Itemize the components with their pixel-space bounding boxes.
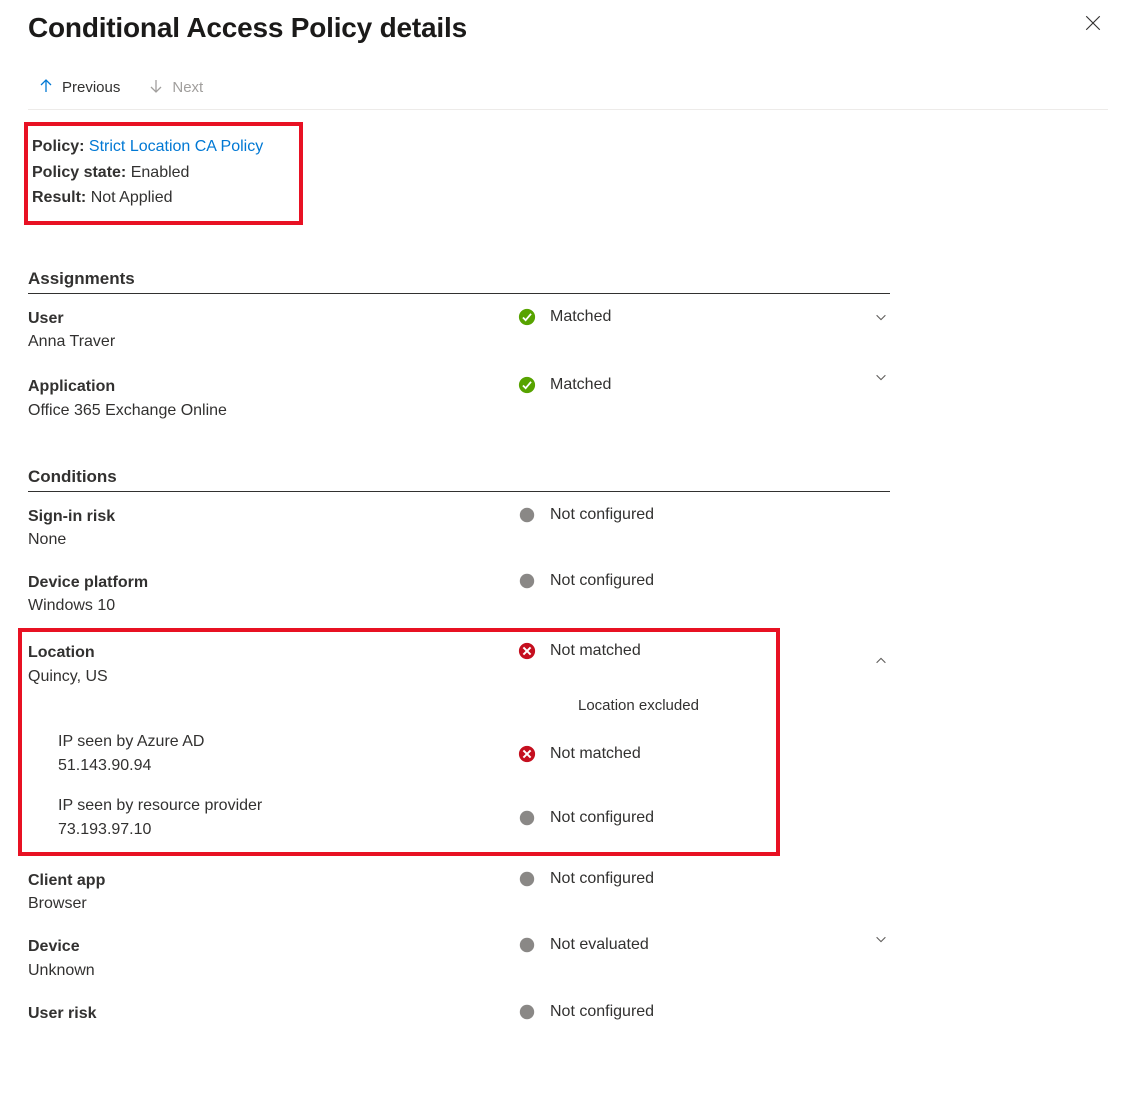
panel-title: Conditional Access Policy details <box>28 12 467 44</box>
client-app-value: Browser <box>28 892 518 916</box>
device-value: Unknown <box>28 959 518 983</box>
ip-rp-label: IP seen by resource provider <box>58 794 518 818</box>
user-risk-label: User risk <box>28 1003 518 1025</box>
client-app-row: Client app Browser Not configured <box>28 856 890 916</box>
policy-link[interactable]: Strict Location CA Policy <box>89 138 263 155</box>
location-block: Location Quincy, US Not matched Location… <box>18 628 780 855</box>
user-risk-row: User risk Not configured <box>28 983 890 1025</box>
assignments-heading: Assignments <box>28 269 890 294</box>
assignment-app-row: Application Office 365 Exchange Online M… <box>28 354 890 422</box>
ip-azure-row: IP seen by Azure AD 51.143.90.94 Not mat… <box>28 714 770 778</box>
success-icon <box>518 308 536 326</box>
previous-label: Previous <box>62 79 120 96</box>
application-label: Application <box>28 376 518 398</box>
policy-label: Policy: <box>32 138 84 155</box>
client-app-status: Not configured <box>550 870 654 888</box>
chevron-up-icon[interactable] <box>874 654 888 673</box>
device-status: Not evaluated <box>550 936 649 954</box>
panel-header: Conditional Access Policy details <box>28 12 1108 44</box>
chevron-down-icon[interactable] <box>874 310 888 329</box>
signin-risk-status: Not configured <box>550 506 654 524</box>
policy-state-label: Policy state: <box>32 164 126 181</box>
next-button[interactable]: Next <box>148 78 203 97</box>
conditions-heading: Conditions <box>28 467 890 492</box>
dot-icon <box>518 1003 536 1021</box>
dot-icon <box>518 936 536 954</box>
summary-policy-row: Policy: Strict Location CA Policy <box>32 134 263 160</box>
error-icon <box>518 642 536 660</box>
location-value: Quincy, US <box>28 665 518 689</box>
device-platform-label: Device platform <box>28 572 518 594</box>
ip-rp-status: Not configured <box>550 809 654 827</box>
ip-azure-status: Not matched <box>550 745 641 763</box>
dot-icon <box>518 572 536 590</box>
chevron-down-icon[interactable] <box>874 370 888 389</box>
client-app-label: Client app <box>28 870 518 892</box>
application-status: Matched <box>550 376 611 394</box>
assignment-user-row: User Anna Traver Matched <box>28 294 890 354</box>
user-label: User <box>28 308 518 330</box>
location-label: Location <box>28 642 518 664</box>
device-platform-status: Not configured <box>550 572 654 590</box>
error-icon <box>518 745 536 763</box>
success-icon <box>518 376 536 394</box>
user-value: Anna Traver <box>28 330 518 354</box>
ip-azure-value: 51.143.90.94 <box>58 754 518 778</box>
application-value: Office 365 Exchange Online <box>28 399 518 423</box>
summary-result-row: Result: Not Applied <box>32 185 263 211</box>
ip-azure-label: IP seen by Azure AD <box>58 730 518 754</box>
pager-nav: Previous Next <box>28 68 1108 110</box>
result-label: Result: <box>32 189 86 206</box>
policy-summary: Policy: Strict Location CA Policy Policy… <box>24 122 303 225</box>
signin-risk-value: None <box>28 528 518 552</box>
arrow-down-icon <box>148 78 164 97</box>
ip-rp-row: IP seen by resource provider 73.193.97.1… <box>28 778 770 842</box>
signin-risk-label: Sign-in risk <box>28 506 518 528</box>
location-status: Not matched <box>550 642 641 660</box>
arrow-up-icon <box>38 78 54 97</box>
policy-state-value: Enabled <box>131 164 190 181</box>
user-status: Matched <box>550 308 611 326</box>
previous-button[interactable]: Previous <box>38 78 120 97</box>
device-platform-value: Windows 10 <box>28 594 518 618</box>
dot-icon <box>518 506 536 524</box>
summary-state-row: Policy state: Enabled <box>32 160 263 186</box>
device-row: Device Unknown Not evaluated <box>28 916 890 982</box>
ip-rp-value: 73.193.97.10 <box>58 818 518 842</box>
device-platform-row: Device platform Windows 10 Not configure… <box>28 552 890 618</box>
dot-icon <box>518 870 536 888</box>
location-row: Location Quincy, US Not matched <box>28 638 770 688</box>
signin-risk-row: Sign-in risk None Not configured <box>28 492 890 552</box>
conditions-section: Conditions Sign-in risk None Not configu… <box>28 467 1108 1025</box>
next-label: Next <box>172 79 203 96</box>
location-excluded-note: Location excluded <box>28 689 770 714</box>
chevron-down-icon[interactable] <box>874 932 888 951</box>
dot-icon <box>518 809 536 827</box>
close-icon[interactable] <box>1078 12 1108 38</box>
device-label: Device <box>28 936 518 958</box>
policy-details-panel: Conditional Access Policy details Previo… <box>0 0 1136 1065</box>
assignments-section: Assignments User Anna Traver Matched App… <box>28 269 1108 423</box>
result-value: Not Applied <box>91 189 173 206</box>
user-risk-status: Not configured <box>550 1003 654 1021</box>
